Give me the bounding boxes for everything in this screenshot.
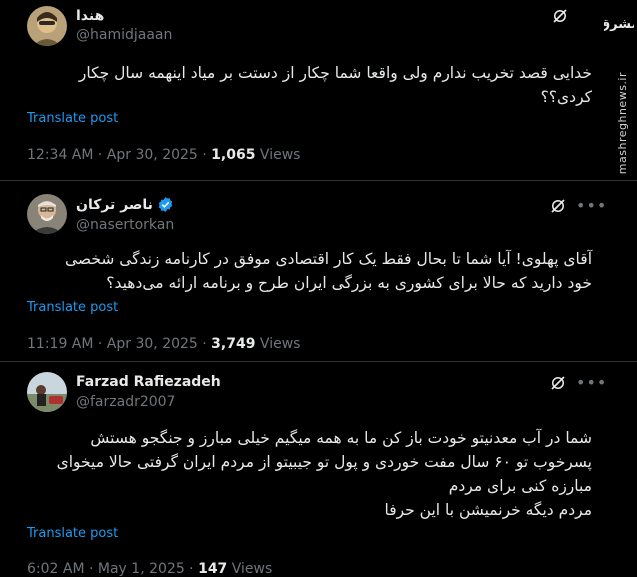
watermark-url: mashreghnews.ir: [616, 72, 629, 175]
verified-badge-icon: [158, 197, 173, 212]
tweet-meta: 6:02 AM · May 1, 2025 · 147 Views: [27, 561, 272, 577]
display-name[interactable]: ناصر ترکان: [76, 196, 174, 213]
display-name[interactable]: هندا: [76, 8, 104, 24]
avatar[interactable]: [27, 6, 67, 46]
tweet-meta: 12:34 AM · Apr 30, 2025 · 1,065 Views: [27, 147, 300, 163]
tweet-2: ناصر ترکان @nasertorkan ••• آقای پهلوی! …: [0, 181, 637, 361]
grok-icon[interactable]: [549, 197, 567, 215]
grok-icon[interactable]: [549, 374, 567, 392]
views-count: 147: [198, 561, 228, 577]
display-name-text[interactable]: ناصر ترکان: [76, 197, 153, 213]
logo-text: مشرق: [604, 17, 634, 32]
display-name-text[interactable]: Farzad Rafiezadeh: [76, 374, 221, 390]
views-label: Views: [255, 336, 301, 352]
timestamp[interactable]: 11:19 AM · Apr 30, 2025 ·: [27, 336, 211, 352]
avatar[interactable]: [27, 194, 67, 234]
user-handle[interactable]: @farzadr2007: [76, 394, 175, 410]
user-handle[interactable]: @hamidjaaan: [76, 27, 172, 43]
tweet-text: شما در آب معدنیتو خودت باز کن ما به همه …: [56, 429, 592, 519]
display-name[interactable]: Farzad Rafiezadeh: [76, 374, 221, 390]
views-count: 1,065: [211, 147, 256, 163]
translate-post-link[interactable]: Translate post: [27, 111, 118, 126]
tweet-text: آقای پهلوی! آیا شما تا بحال فقط یک کار ا…: [64, 250, 592, 292]
translate-post-link[interactable]: Translate post: [27, 526, 118, 541]
views-label: Views: [255, 147, 301, 163]
avatar[interactable]: [27, 372, 67, 412]
tweet-text: خدایی قصد تخریب ندارم ولی واقعا شما چکار…: [78, 64, 592, 106]
tweet-3: Farzad Rafiezadeh @farzadr2007 ••• شما د…: [0, 362, 637, 577]
user-handle[interactable]: @nasertorkan: [76, 217, 174, 233]
translate-post-link[interactable]: Translate post: [27, 300, 118, 315]
views-count: 3,749: [211, 336, 256, 352]
watermark: مشرق mashreghnews.ir: [603, 0, 637, 576]
grok-icon[interactable]: [551, 7, 569, 25]
display-name-text[interactable]: هندا: [76, 8, 104, 24]
tweet-1: هندا @hamidjaaan خدایی قصد تخریب ندارم و…: [0, 0, 637, 180]
tweet-meta: 11:19 AM · Apr 30, 2025 · 3,749 Views: [27, 336, 300, 352]
mashregh-logo: مشرق: [604, 17, 634, 32]
timestamp[interactable]: 6:02 AM · May 1, 2025 ·: [27, 561, 198, 577]
timestamp[interactable]: 12:34 AM · Apr 30, 2025 ·: [27, 147, 211, 163]
views-label: Views: [227, 561, 273, 577]
